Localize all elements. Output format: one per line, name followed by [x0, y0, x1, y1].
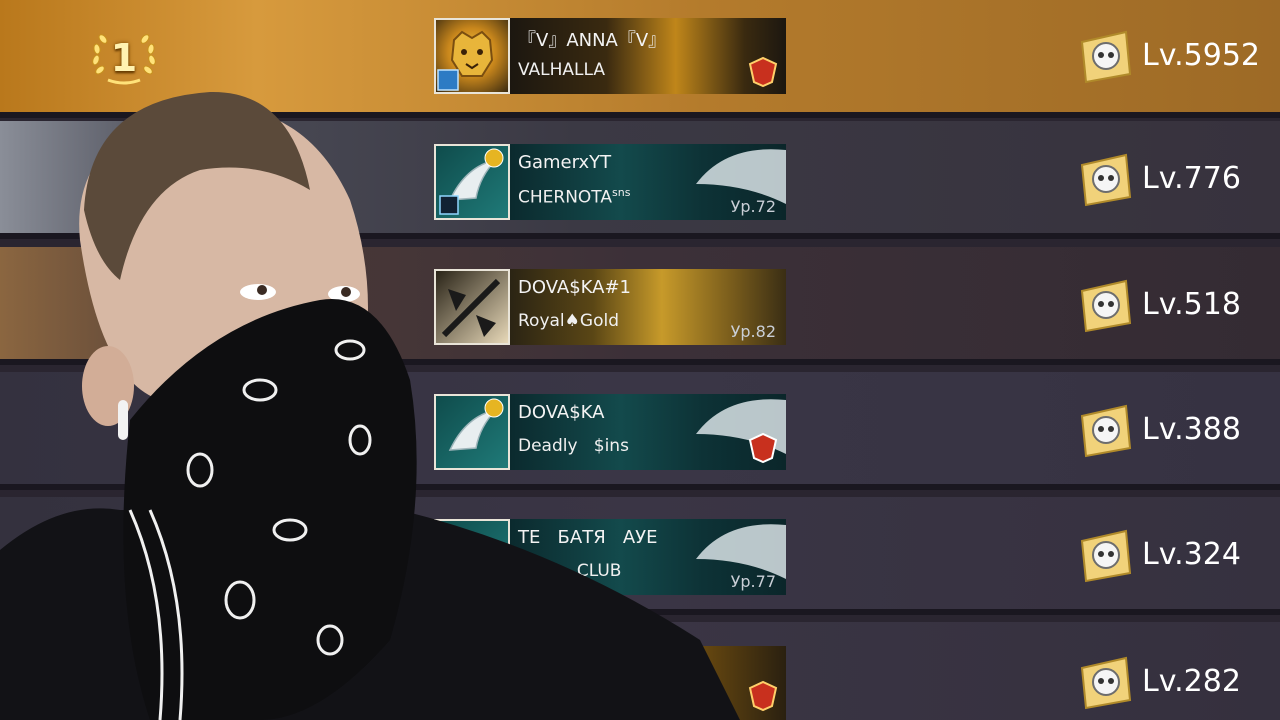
skull-emblem-icon — [1078, 151, 1134, 209]
guild-emblem-icon — [746, 56, 780, 88]
player-name: 『V』ANNA『V』 — [518, 30, 667, 51]
level-text: Lv.282 — [1142, 664, 1241, 699]
player-level: Lv.324 — [1078, 527, 1268, 587]
skull-emblem-icon — [1078, 28, 1134, 86]
skull-emblem-icon — [1078, 277, 1134, 335]
guild-emblem-icon — [746, 432, 780, 464]
rank-number: 1 — [110, 36, 138, 80]
level-text: Lv.5952 — [1142, 38, 1261, 73]
player-level: Lv.518 — [1078, 277, 1268, 337]
person-overlay — [0, 91, 740, 720]
skull-emblem-icon — [1078, 402, 1134, 460]
skull-emblem-icon — [1078, 527, 1134, 585]
guild-name: VALHALLA — [518, 60, 606, 80]
player-level: Lv.282 — [1078, 654, 1268, 714]
laurel-wreath-icon: 1 — [88, 24, 160, 88]
guild-emblem-icon — [746, 680, 780, 712]
level-text: Lv.518 — [1142, 287, 1241, 322]
player-level: Lv.388 — [1078, 402, 1268, 462]
player-level: Lv.5952 — [1078, 28, 1268, 88]
player-level: Lv.776 — [1078, 151, 1268, 211]
level-text: Lv.388 — [1142, 412, 1241, 447]
level-text: Lv.776 — [1142, 161, 1241, 196]
skull-emblem-icon — [1078, 654, 1134, 712]
level-text: Lv.324 — [1142, 537, 1241, 572]
